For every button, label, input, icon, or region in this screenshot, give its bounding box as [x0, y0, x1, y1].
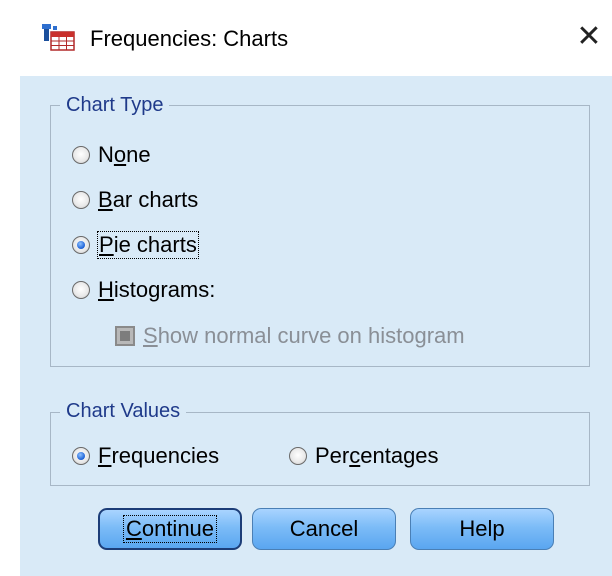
radio-percentages-label: Percentages	[315, 443, 439, 468]
radio-none-circle[interactable]	[72, 146, 90, 164]
radio-bar-charts-circle[interactable]	[72, 191, 90, 209]
spss-table-icon	[42, 24, 75, 51]
radio-pie-charts-circle[interactable]	[72, 236, 90, 254]
radio-percentages[interactable]: Percentages	[289, 443, 439, 469]
radio-pie-charts[interactable]: Pie charts	[72, 231, 199, 259]
continue-button[interactable]: Continue	[98, 508, 242, 550]
chart-values-legend: Chart Values	[60, 400, 187, 423]
radio-pie-charts-label: Pie charts	[97, 231, 199, 259]
radio-bar-charts[interactable]: Bar charts	[72, 187, 198, 213]
help-button[interactable]: Help	[410, 508, 554, 550]
radio-none-label: None	[98, 142, 151, 167]
continue-button-label: Continue	[122, 515, 218, 543]
close-button[interactable]: ✕	[570, 18, 608, 56]
cancel-button[interactable]: Cancel	[252, 508, 396, 550]
radio-histograms-circle[interactable]	[72, 281, 90, 299]
dialog-bottom-edge	[20, 570, 612, 576]
normal-curve-option: Show normal curve on histogram	[115, 323, 465, 349]
radio-histograms[interactable]: Histograms:	[72, 277, 215, 303]
normal-curve-label: Show normal curve on histogram	[143, 323, 465, 348]
close-icon: ✕	[576, 19, 602, 54]
dialog-title: Frequencies: Charts	[90, 26, 289, 51]
chart-type-legend: Chart Type	[60, 94, 170, 117]
background-window-edge	[0, 0, 21, 576]
frequencies-charts-dialog: Frequencies: Charts ✕ Chart Type None Ba…	[20, 0, 612, 576]
radio-percentages-circle[interactable]	[289, 447, 307, 465]
radio-none[interactable]: None	[72, 142, 151, 168]
title-bar: Frequencies: Charts ✕	[20, 0, 612, 76]
page: Frequencies: Charts ✕ Chart Type None Ba…	[0, 0, 612, 576]
radio-histograms-label: Histograms:	[98, 277, 216, 302]
radio-frequencies-label: Frequencies	[98, 443, 220, 468]
radio-frequencies[interactable]: Frequencies	[72, 443, 219, 469]
normal-curve-checkbox	[115, 326, 135, 346]
radio-frequencies-circle[interactable]	[72, 447, 90, 465]
radio-bar-charts-label: Bar charts	[98, 187, 199, 212]
